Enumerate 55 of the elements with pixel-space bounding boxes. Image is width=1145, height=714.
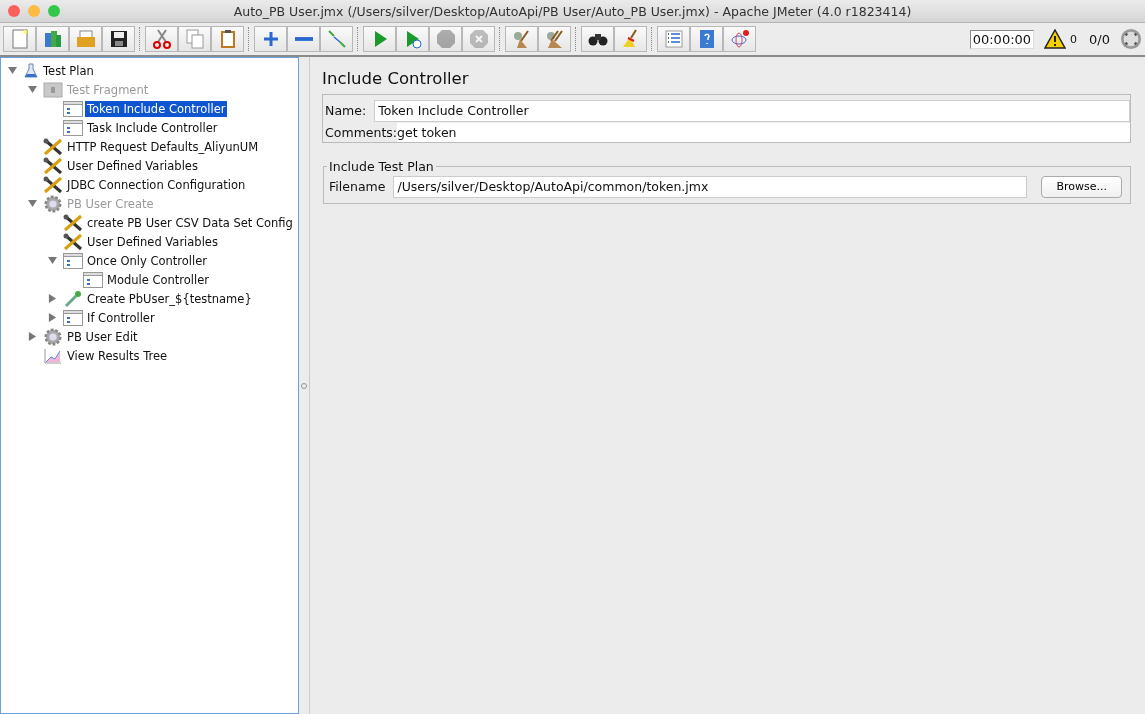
tree-item[interactable]: Test Plan xyxy=(41,62,96,79)
list-icon xyxy=(663,29,684,49)
name-field[interactable]: Token Include Controller xyxy=(374,99,1130,122)
panel-title: Include Controller xyxy=(322,69,470,88)
thread-count: 0/0 xyxy=(1089,31,1110,47)
filename-field[interactable]: /Users/silver/Desktop/AutoApi/common/token.jmx xyxy=(393,175,1028,198)
controller-icon xyxy=(63,99,83,118)
close-icon xyxy=(468,29,489,49)
flask-icon xyxy=(23,62,39,79)
tools-icon xyxy=(43,156,63,175)
comments-label: Comments: xyxy=(324,125,398,140)
tree-item[interactable]: HTTP Request Defaults_AliyunUM xyxy=(65,138,261,155)
blank-page-icon xyxy=(9,29,30,49)
network-icon xyxy=(729,29,750,49)
controller-icon xyxy=(63,118,83,137)
tools-icon xyxy=(63,213,83,232)
comments-field[interactable]: get token xyxy=(397,123,1130,142)
window-title: Auto_PB User.jmx (/Users/silver/Desktop/AutoApi/PB User/Auto_PB User.jmx) - Apache JMeter (4.0 r1823414) xyxy=(233,3,912,19)
graph-icon xyxy=(43,346,63,365)
controller-icon xyxy=(63,251,83,270)
copy-icon xyxy=(184,29,205,49)
tree-item[interactable]: JDBC Connection Configuration xyxy=(65,176,248,193)
gear-icon xyxy=(43,327,63,346)
tools-icon xyxy=(43,137,63,156)
close-window-button[interactable] xyxy=(8,5,20,17)
folder-icon xyxy=(75,29,96,49)
browse-button[interactable]: Browse... xyxy=(1041,175,1122,198)
scissors-icon xyxy=(151,29,172,49)
tools-icon xyxy=(43,175,63,194)
group-title: Include Test Plan xyxy=(328,159,435,174)
status-indicator-icon xyxy=(1120,28,1142,50)
toolbar-button[interactable] xyxy=(102,26,135,52)
name-label: Name: xyxy=(324,103,368,118)
toolbar-button[interactable] xyxy=(581,26,614,52)
controller-icon xyxy=(83,270,103,289)
toolbar-button[interactable] xyxy=(211,26,244,52)
broom-icon xyxy=(511,29,532,49)
expand-toggle-icon[interactable] xyxy=(8,66,17,75)
minus-icon xyxy=(294,37,313,41)
elapsed-time: 00:00:00 xyxy=(969,29,1035,49)
tree-item[interactable]: User Defined Variables xyxy=(65,157,200,174)
books-icon xyxy=(42,29,63,49)
gear-icon xyxy=(43,194,63,213)
dropper-icon xyxy=(63,289,83,308)
tools-icon xyxy=(63,232,83,251)
stop-icon xyxy=(435,29,456,49)
fragment-icon xyxy=(43,80,63,99)
filename-label: Filename xyxy=(328,179,387,194)
expand-toggle-icon[interactable] xyxy=(28,332,37,341)
controller-icon xyxy=(63,308,83,327)
broom-icon xyxy=(544,29,565,49)
tree-item[interactable]: View Results Tree xyxy=(65,347,170,364)
tree-item[interactable]: PB User Edit xyxy=(65,328,140,345)
warning-count: 0 xyxy=(1070,32,1078,46)
warning-icon[interactable] xyxy=(1044,29,1067,49)
